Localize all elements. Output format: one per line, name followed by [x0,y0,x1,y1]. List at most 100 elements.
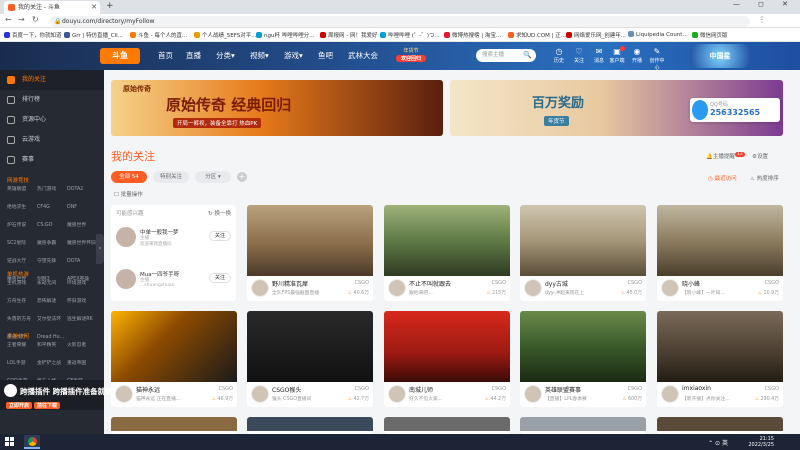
stream-thumbnail[interactable] [520,311,646,382]
game-link[interactable]: 火影忍者 [67,340,97,352]
game-link[interactable]: 和平精英 [37,340,67,352]
avatar[interactable] [251,385,269,403]
stream-thumbnail[interactable] [111,311,237,382]
tab-all[interactable]: 全部 54 [111,171,147,183]
stream-card-partial[interactable] [657,417,783,434]
stream-title[interactable]: 晓小峰 [682,279,752,288]
stream-card[interactable]: 英雄联盟赛事 CSGO 【直播】LPL春季赛 ♨ 600万 [520,311,646,407]
category-mobile[interactable]: 手游休闲 [7,332,29,340]
browser-tab[interactable]: 我的关注 - 斗鱼 ✕ [4,1,100,14]
stream-thumbnail[interactable] [520,205,646,276]
plugin-download-button[interactable]: 前往下载 [34,402,61,409]
game-link[interactable]: 炉石传说 [7,220,37,232]
url-field[interactable]: 🔒 douyu.com/directory/myFollow [50,16,750,27]
bookmark-item[interactable]: 网络爱乐网_创建年... [566,31,626,39]
stream-card[interactable]: 野川精准瓦犀 CSGO 全队FPS最强截图直播 ♨ 40.6万 [247,205,373,301]
stream-card[interactable]: 南城儿师 CSGO 好久不见大家... ♨ 44.2万 [384,311,510,407]
game-link[interactable]: 逃生解谜RK [67,314,97,326]
message-button[interactable]: ✉ 消息 [590,47,608,64]
close-tab-icon[interactable]: ✕ [91,1,97,14]
client-button[interactable]: ▣ 客户端 [608,46,626,64]
stream-thumbnail[interactable] [247,205,373,276]
game-link[interactable]: 魔兽世界怀旧 [67,238,97,250]
game-link[interactable]: 金铲铲之战 [37,358,67,370]
douyu-logo[interactable]: 斗鱼 [100,48,140,64]
refresh-button[interactable]: ↻ 换一换 [208,209,231,217]
bookmark-item[interactable]: 求知UD.COM | 正... [508,31,566,39]
stream-card[interactable]: imxiaoxin CSGO 【新开播】点你关注... ♨ 290.4万 [657,311,783,407]
game-link[interactable]: DOTA2 [67,184,97,196]
bookmark-item[interactable]: ngu杯 哔哩哔哩分... [256,31,314,39]
game-link[interactable]: LOL手游 [7,358,37,370]
game-link[interactable]: 英雄联盟 [7,184,37,196]
windows-start-icon[interactable] [5,437,15,447]
nav-category[interactable]: 分类▾ [216,50,235,61]
back-icon[interactable]: ← [5,15,12,24]
stream-title[interactable]: imxiaoxin [682,385,752,392]
game-link[interactable]: DNF [67,202,97,214]
avatar[interactable] [116,227,136,247]
streamer-notice-button[interactable]: 🔔主播提醒 13 [706,152,745,160]
stream-category[interactable]: CSGO [765,386,779,392]
extensions-icon[interactable]: ⋮ [758,15,766,24]
nav-video[interactable]: 视频▾ [250,50,269,61]
stream-thumbnail[interactable] [384,311,510,382]
nav-yuba[interactable]: 鱼吧 [318,50,333,61]
sort-hot[interactable]: ♨ 热度排序 [750,174,779,182]
follow-button[interactable]: ♡ 关注 [570,47,588,64]
game-link[interactable]: 魔兽世界 [67,220,97,232]
bookmark-item[interactable]: Liquipedia Count... [628,31,688,38]
bookmark-item[interactable]: Grr | 特仿直播_Cli... [64,31,123,39]
search-icon[interactable]: 🔍 [523,49,532,62]
stream-card-partial[interactable] [111,417,237,434]
game-link[interactable]: 艾尔登法环 [37,314,67,326]
settings-button[interactable]: ⚙设置 [752,152,768,160]
nav-home[interactable]: 首页 [158,50,173,61]
bookmark-item[interactable]: 斗鱼 - 每个人的直... [130,31,187,39]
game-link[interactable]: CF4G [37,202,67,214]
nav-live[interactable]: 直播 [186,50,201,61]
stream-card-partial[interactable] [520,417,646,434]
stream-title[interactable]: CSGO猴头 [272,385,342,394]
game-link[interactable]: 王者荣耀 [7,340,37,352]
stream-thumbnail[interactable] [657,205,783,276]
bookmark-item[interactable]: 哔哩哔哩 (゜-゜)つ... [380,31,440,39]
game-link[interactable]: 永劫无间 [37,278,67,290]
promo-badge[interactable]: 年货节 欢迎回归 [396,47,426,65]
sidebar-item-ranking[interactable]: 排行榜 [0,90,104,110]
stream-card[interactable]: 猫神永远 CSGO 猫神永远 正在直播... ♨ 46.9万 [111,311,237,407]
stream-thumbnail[interactable] [384,205,510,276]
start-live-button[interactable]: ◉ 开播 [628,47,646,64]
game-link[interactable]: 恐怖解谜 [37,296,67,308]
stream-title[interactable]: 不止不叫就跟去 [409,279,479,288]
tab-zone[interactable]: 分区 ▾ [195,171,231,183]
tab-special[interactable]: 特别关注 [153,171,189,183]
game-link[interactable]: 魔兽争霸 [37,238,67,250]
category-single[interactable]: 单机热游 [7,270,29,278]
sidebar-item-events[interactable]: 赛事 [0,150,104,170]
game-link[interactable]: 方舟生存 [7,296,37,308]
game-link[interactable]: 热门游戏 [37,184,67,196]
sidebar-collapse-button[interactable]: ‹ [96,234,104,264]
bookmark-item[interactable]: 百度一下，你就知道 [4,31,62,39]
nav-wulin[interactable]: 武林大会 [348,50,378,61]
avatar[interactable] [661,385,679,403]
nav-game[interactable]: 游戏▾ [284,50,303,61]
avatar[interactable] [524,279,542,297]
game-link[interactable]: DOTA [67,256,97,268]
plugin-enable-button[interactable]: 立即开启 [6,402,33,409]
recommend-user[interactable]: Mua一四爷手呀 主播 ...shuangshuan 关注 [116,269,231,293]
bookmark-item[interactable]: 周报网 - 网！我爱好 [320,31,377,39]
bookmark-item[interactable]: 个人战绩_5EFS对平... [194,31,257,39]
stream-title[interactable]: 南城儿师 [409,385,479,394]
stream-card[interactable]: 不止不叫就跟去 CSGO 跟他来吧... ♨ 215万 [384,205,510,301]
avatar[interactable] [116,269,136,289]
stream-category[interactable]: CSGO [765,280,779,286]
stream-category[interactable]: CSGO [355,386,369,392]
follow-button[interactable]: 关注 [209,231,231,241]
avatar[interactable] [251,279,269,297]
stream-category[interactable]: CSGO [492,280,506,286]
stream-thumbnail[interactable] [657,311,783,382]
game-link[interactable]: 绝地求生 [7,202,37,214]
avatar[interactable] [115,385,133,403]
